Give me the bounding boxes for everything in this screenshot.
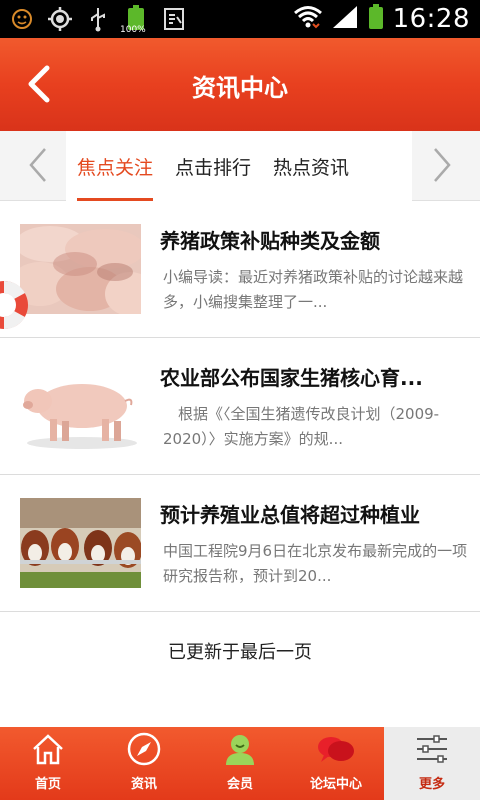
compass-icon — [122, 727, 166, 771]
news-list: 养猪政策补贴种类及金额 小编导读：最近对养猪政策补贴的讨论越来越多，小编搜集整理… — [0, 201, 480, 612]
chevron-right-icon — [434, 148, 451, 182]
clipboard-icon — [160, 5, 188, 33]
floating-lifebuoy-button[interactable] — [0, 276, 32, 334]
status-bar: 100% 16:28 — [0, 0, 480, 38]
wifi-icon — [293, 4, 323, 34]
news-title: 农业部公布国家生猪核心育... — [160, 366, 423, 390]
nav-label: 会员 — [226, 777, 253, 792]
nav-member[interactable]: 会员 — [192, 727, 288, 800]
news-item[interactable]: 农业部公布国家生猪核心育... 根据《〈全国生猪遗传改良计划（2009-2020… — [0, 338, 480, 475]
nav-label: 资讯 — [130, 777, 157, 792]
member-icon — [218, 727, 262, 771]
clock-time: 16:28 — [392, 4, 470, 34]
signal-strength-icon — [331, 4, 359, 34]
nav-label: 首页 — [34, 777, 61, 792]
news-thumbnail-cattle — [20, 498, 141, 588]
app-header: 资讯中心 — [0, 38, 480, 131]
page-title: 资讯中心 — [192, 74, 288, 102]
battery-full-icon: 100% — [120, 5, 150, 35]
battery-icon — [367, 3, 385, 35]
news-summary: 根据《〈全国生猪遗传改良计划（2009-2020）〉实施方案》的规... — [163, 405, 440, 448]
bottom-navigation: 首页 资讯 会员 论坛中心 更多 — [0, 727, 480, 800]
lifebuoy-icon — [0, 280, 28, 330]
nav-news[interactable]: 资讯 — [96, 727, 192, 800]
news-thumbnail-pigs-herd — [20, 224, 141, 314]
nav-forum[interactable]: 论坛中心 — [288, 727, 384, 800]
category-tabs: 焦点关注 点击排行 热点资讯 — [0, 131, 480, 201]
battery-percent-label: 100% — [120, 25, 146, 35]
nav-label: 论坛中心 — [309, 777, 362, 792]
nav-home[interactable]: 首页 — [0, 727, 96, 800]
news-title: 养猪政策补贴种类及金额 — [160, 229, 380, 253]
news-item[interactable]: 养猪政策补贴种类及金额 小编导读：最近对养猪政策补贴的讨论越来越多，小编搜集整理… — [0, 201, 480, 338]
tab-hot-news[interactable]: 热点资讯 — [262, 131, 360, 201]
tabs-next-button[interactable] — [422, 145, 462, 185]
nav-label: 更多 — [418, 777, 445, 792]
gps-icon — [46, 5, 74, 33]
tab-focus[interactable]: 焦点关注 — [66, 131, 164, 201]
usb-icon — [84, 5, 112, 33]
tabs-prev-button[interactable] — [18, 145, 58, 185]
home-icon — [26, 727, 70, 771]
list-end-note: 已更新于最后一页 — [168, 642, 312, 663]
news-item[interactable]: 预计养殖业总值将超过种植业 中国工程院9月6日在北京发布最新完成的一项研究报告称… — [0, 475, 480, 612]
settings-sliders-icon — [410, 727, 454, 771]
news-summary: 中国工程院9月6日在北京发布最新完成的一项研究报告称，预计到20... — [163, 542, 468, 585]
chevron-left-icon — [29, 148, 46, 182]
news-title: 预计养殖业总值将超过种植业 — [160, 503, 420, 527]
forum-icon — [314, 727, 358, 771]
news-thumbnail-pig — [20, 361, 141, 451]
news-summary: 小编导读：最近对养猪政策补贴的讨论越来越多，小编搜集整理了一... — [163, 268, 464, 311]
nav-more[interactable]: 更多 — [384, 727, 480, 800]
tab-strip: 焦点关注 点击排行 热点资讯 — [66, 131, 412, 201]
tab-click-ranking[interactable]: 点击排行 — [164, 131, 262, 201]
app-notification-icon — [8, 5, 36, 33]
